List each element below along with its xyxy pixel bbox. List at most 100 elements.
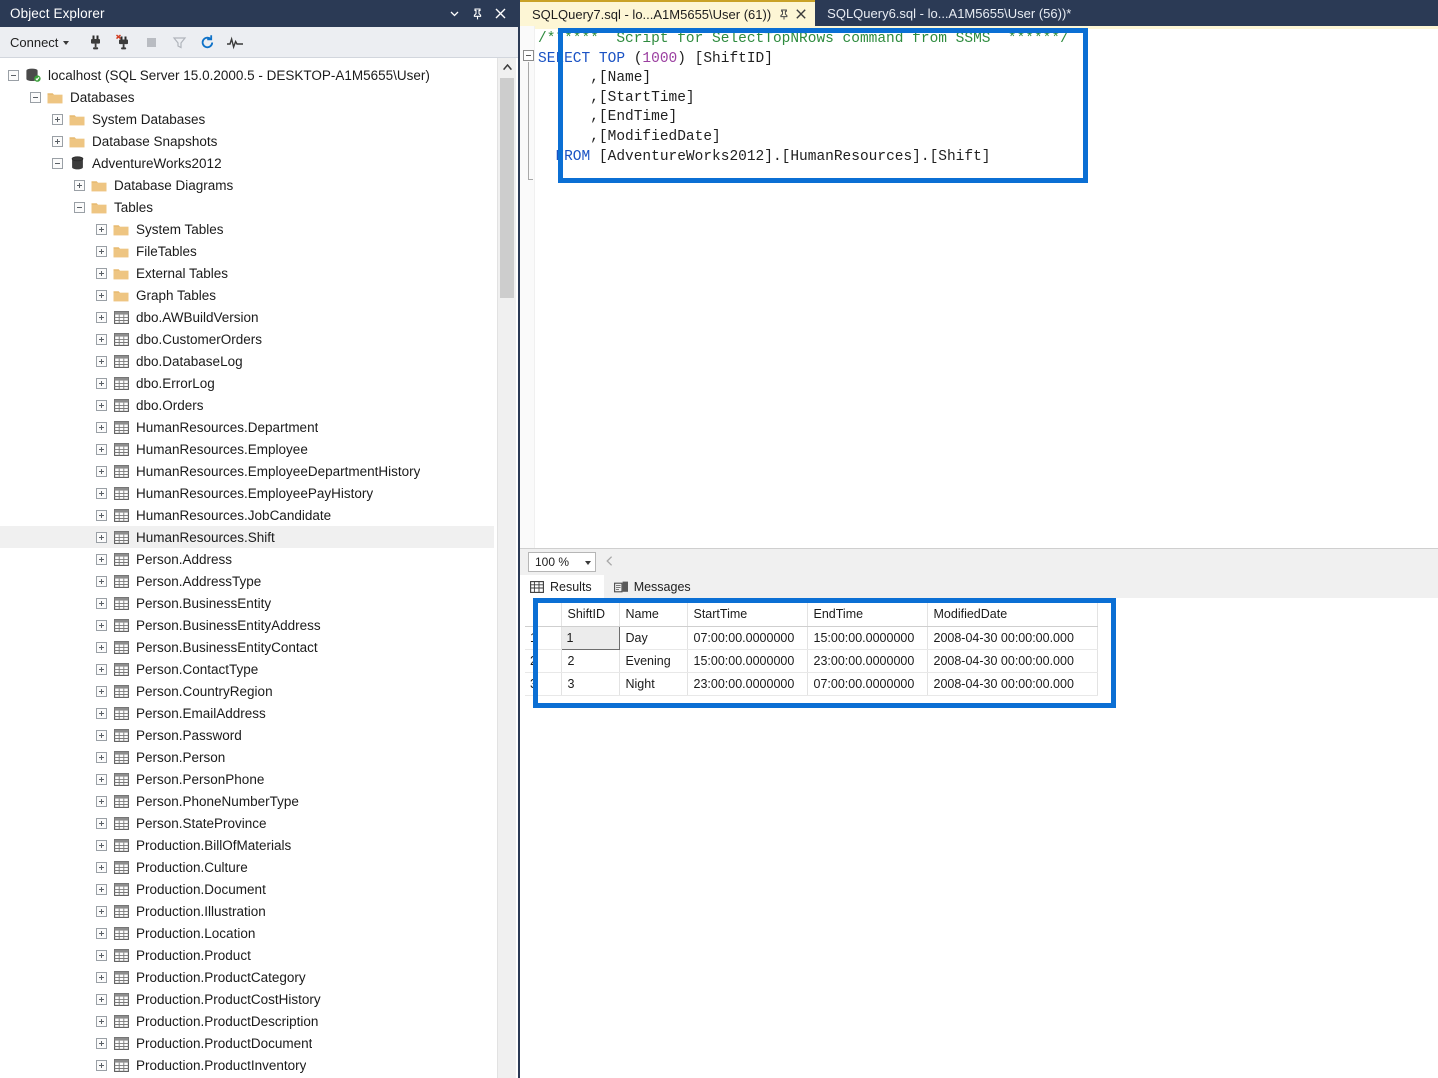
expand-icon[interactable] [96, 993, 107, 1005]
tab-messages[interactable]: Messages [603, 575, 703, 598]
tree-node[interactable]: Graph Tables [0, 284, 494, 306]
tree-node[interactable]: Person.BusinessEntityContact [0, 636, 494, 658]
expand-icon[interactable] [96, 1015, 107, 1027]
expand-icon[interactable] [96, 465, 107, 477]
table-cell[interactable]: 15:00:00.0000000 [687, 649, 808, 673]
expand-icon[interactable] [96, 399, 107, 411]
tree-node[interactable]: Production.ProductDocument [0, 1032, 494, 1054]
collapse-icon[interactable] [52, 157, 63, 169]
expand-icon[interactable] [96, 355, 107, 367]
collapse-icon[interactable] [30, 91, 41, 103]
tree-node[interactable]: Databases [0, 86, 494, 108]
tree-node[interactable]: dbo.DatabaseLog [0, 350, 494, 372]
table-cell[interactable]: Day [619, 626, 688, 650]
code-fold-toggle[interactable] [523, 50, 534, 61]
table-cell[interactable]: 2008-04-30 00:00:00.000 [927, 672, 1098, 696]
row-number[interactable]: 2 [525, 649, 562, 673]
expand-icon[interactable] [96, 619, 107, 631]
close-icon[interactable] [494, 7, 506, 21]
expand-icon[interactable] [96, 707, 107, 719]
column-header[interactable]: ShiftID [561, 603, 620, 627]
row-number[interactable]: 3 [525, 672, 562, 696]
zoom-level-select[interactable]: 100 % [528, 552, 596, 572]
scroll-up-icon[interactable] [498, 58, 516, 76]
expand-icon[interactable] [96, 487, 107, 499]
tree-node[interactable]: localhost (SQL Server 15.0.2000.5 - DESK… [0, 64, 494, 86]
horizontal-scroll-left-icon[interactable] [606, 555, 613, 569]
tree-node[interactable]: Person.PhoneNumberType [0, 790, 494, 812]
expand-icon[interactable] [96, 949, 107, 961]
tree-node[interactable]: dbo.Orders [0, 394, 494, 416]
expand-icon[interactable] [96, 245, 107, 257]
expand-icon[interactable] [96, 883, 107, 895]
column-header[interactable]: StartTime [687, 603, 808, 627]
expand-icon[interactable] [96, 927, 107, 939]
expand-icon[interactable] [96, 663, 107, 675]
expand-icon[interactable] [96, 377, 107, 389]
tree-node[interactable]: External Tables [0, 262, 494, 284]
expand-icon[interactable] [96, 553, 107, 565]
expand-icon[interactable] [96, 311, 107, 323]
tree-node[interactable]: HumanResources.EmployeePayHistory [0, 482, 494, 504]
tree-node[interactable]: FileTables [0, 240, 494, 262]
expand-icon[interactable] [52, 113, 63, 125]
expand-icon[interactable] [96, 795, 107, 807]
table-cell[interactable]: Evening [619, 649, 688, 673]
table-cell[interactable]: 1 [560, 625, 620, 650]
table-cell[interactable]: 07:00:00.0000000 [687, 626, 808, 650]
expand-icon[interactable] [96, 333, 107, 345]
tree-node[interactable]: HumanResources.Employee [0, 438, 494, 460]
expand-icon[interactable] [96, 575, 107, 587]
table-cell[interactable]: 2008-04-30 00:00:00.000 [927, 626, 1098, 650]
tree-node[interactable]: System Tables [0, 218, 494, 240]
table-cell[interactable]: 23:00:00.0000000 [687, 672, 808, 696]
expand-icon[interactable] [74, 179, 85, 191]
tree-node[interactable]: Production.ProductCostHistory [0, 988, 494, 1010]
tree-node[interactable]: Production.ProductDescription [0, 1010, 494, 1032]
table-cell[interactable]: 2 [561, 649, 620, 673]
connect-button[interactable]: Connect [8, 33, 74, 52]
table-cell[interactable]: 07:00:00.0000000 [807, 672, 928, 696]
expand-icon[interactable] [96, 267, 107, 279]
tree-node[interactable]: Production.Illustration [0, 900, 494, 922]
table-body[interactable]: 1 1 Day 07:00:00.0000000 15:00:00.0000000 200… [525, 625, 1098, 696]
tree-node[interactable]: Person.AddressType [0, 570, 494, 592]
expand-icon[interactable] [96, 685, 107, 697]
tree-node[interactable]: Production.Document [0, 878, 494, 900]
tree-node[interactable]: HumanResources.EmployeeDepartmentHistory [0, 460, 494, 482]
row-number[interactable]: 1 [525, 626, 562, 650]
object-explorer-scrollbar[interactable] [497, 58, 516, 1078]
expand-icon[interactable] [96, 861, 107, 873]
tree-node[interactable]: Database Diagrams [0, 174, 494, 196]
expand-icon[interactable] [96, 1059, 107, 1071]
expand-icon[interactable] [96, 421, 107, 433]
tree-node[interactable]: Person.Address [0, 548, 494, 570]
expand-icon[interactable] [96, 839, 107, 851]
expand-icon[interactable] [96, 509, 107, 521]
results-grid-area[interactable]: ShiftID Name StartTime EndTime ModifiedDate … [520, 598, 1438, 1078]
sql-editor-pane[interactable]: /****** Script for SelectTopNRows comman… [520, 26, 1438, 548]
tree-node[interactable]: dbo.ErrorLog [0, 372, 494, 394]
pin-icon[interactable] [471, 7, 483, 21]
tree-node[interactable]: Database Snapshots [0, 130, 494, 152]
filter-icon[interactable] [166, 30, 192, 54]
expand-icon[interactable] [96, 531, 107, 543]
disconnect-object-explorer-icon[interactable] [110, 30, 136, 54]
expand-icon[interactable] [96, 1037, 107, 1049]
tab-pin-icon[interactable] [779, 9, 789, 20]
table-cell[interactable]: 15:00:00.0000000 [807, 626, 928, 650]
expand-icon[interactable] [96, 641, 107, 653]
column-header[interactable]: EndTime [807, 603, 928, 627]
expand-icon[interactable] [96, 905, 107, 917]
tree-node[interactable]: dbo.CustomerOrders [0, 328, 494, 350]
activity-monitor-icon[interactable] [222, 30, 248, 54]
tree-node[interactable]: Person.PersonPhone [0, 768, 494, 790]
sql-code-text[interactable]: /****** Script for SelectTopNRows comman… [538, 30, 1069, 167]
tree-node[interactable]: Tables [0, 196, 494, 218]
tree-node[interactable]: System Databases [0, 108, 494, 130]
collapse-icon[interactable] [8, 69, 19, 81]
window-dropdown-icon[interactable] [448, 7, 460, 21]
expand-icon[interactable] [96, 729, 107, 741]
expand-icon[interactable] [96, 597, 107, 609]
expand-icon[interactable] [96, 971, 107, 983]
